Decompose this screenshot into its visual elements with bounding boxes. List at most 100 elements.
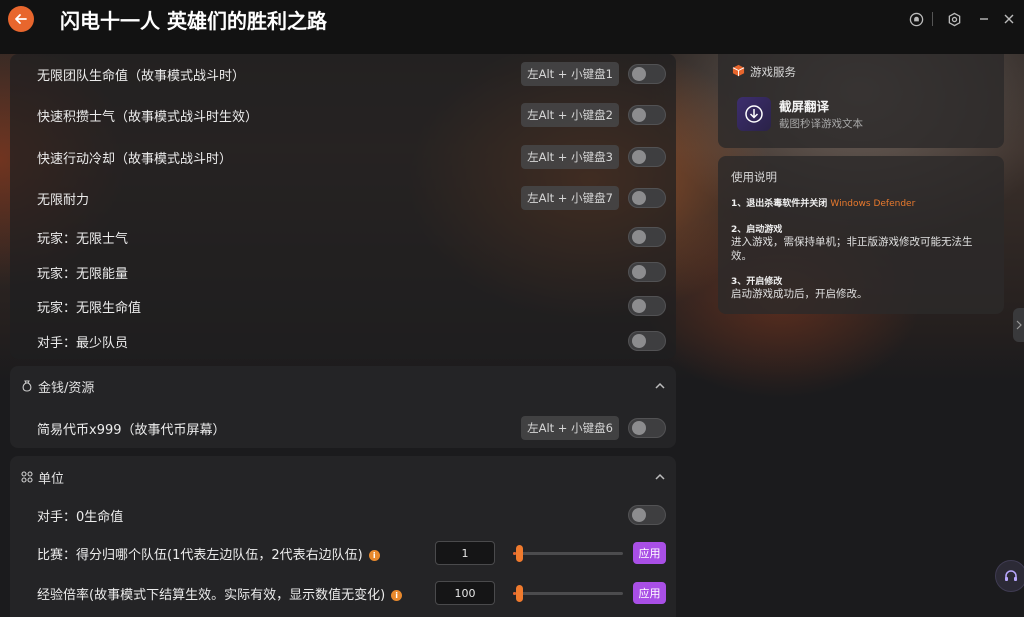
toggle-knob <box>632 191 646 205</box>
hotkey-badge: 左Alt + 小键盘7 <box>521 186 619 210</box>
cheat-toggle[interactable] <box>628 64 666 84</box>
cheat-label: 快速行动冷却（故事模式战斗时） <box>37 151 233 167</box>
step-text: 进入游戏，需保持单机；非正版游戏修改可能无法生效。 <box>731 236 973 262</box>
unit-icon <box>21 471 33 483</box>
chevron-up-icon[interactable] <box>653 470 667 484</box>
slider-row: 比赛：得分归哪个队伍(1代表左边队伍，2代表右边队伍) i 1 应用 <box>10 535 676 571</box>
cheat-row: 快速行动冷却（故事模式战斗时） 左Alt + 小键盘3 <box>10 139 676 175</box>
cheat-panel-money: 金钱/资源 简易代币x999（故事代币屏幕） 左Alt + 小键盘6 <box>10 366 676 448</box>
gear-icon <box>948 12 960 26</box>
cheat-toggle[interactable] <box>628 227 666 247</box>
cheat-label: 无限耐力 <box>37 192 90 208</box>
slider-row: 经验倍率(故事模式下结算生效。实际有效，显示数值无变化) i 100 应用 <box>10 575 676 611</box>
minimize-button[interactable] <box>975 10 993 28</box>
card-title: 使用说明 <box>731 170 777 184</box>
step-text: 启动游戏成功后，开启修改。 <box>731 288 868 300</box>
cheat-row: 快速积攒士气（故事模式战斗时生效） 左Alt + 小键盘2 <box>10 97 676 133</box>
cheat-row: 无限团队生命值（故事模式战斗时） 左Alt + 小键盘1 <box>10 56 676 92</box>
toggle-knob <box>632 150 646 164</box>
apply-button[interactable]: 应用 <box>633 542 666 564</box>
toggle-knob <box>632 508 646 522</box>
cheat-panel-general: 无限团队生命值（故事模式战斗时） 左Alt + 小键盘1 快速积攒士气（故事模式… <box>10 54 676 359</box>
arrow-left-icon <box>15 14 27 24</box>
apply-button[interactable]: 应用 <box>633 582 666 604</box>
cheat-toggle[interactable] <box>628 262 666 282</box>
section-title: 金钱/资源 <box>38 380 95 396</box>
settings-button[interactable] <box>945 10 963 28</box>
close-icon <box>1004 14 1014 24</box>
toggle-knob <box>632 108 646 122</box>
section-title: 单位 <box>38 471 65 487</box>
cheat-label: 无限团队生命值（故事模式战斗时） <box>37 68 246 84</box>
hotkey-badge: 左Alt + 小键盘2 <box>521 103 619 127</box>
toggle-knob <box>632 230 646 244</box>
cheat-toggle[interactable] <box>628 105 666 125</box>
download-circle-icon <box>745 105 763 123</box>
toggle-knob <box>632 299 646 313</box>
minimize-icon <box>980 18 988 20</box>
titlebar-divider <box>931 10 933 28</box>
toggle-knob <box>632 421 646 435</box>
hotkey-badge: 左Alt + 小键盘3 <box>521 145 619 169</box>
service-item-title[interactable]: 截屏翻译 <box>779 96 829 115</box>
value-input[interactable]: 1 <box>435 541 495 565</box>
cheat-label: 对手：0生命值 <box>37 509 124 525</box>
cheat-label: 快速积攒士气（故事模式战斗时生效） <box>37 109 259 125</box>
cheat-toggle[interactable] <box>628 418 666 438</box>
cheat-toggle[interactable] <box>628 505 666 525</box>
cheat-panel-unit: 单位 对手：0生命值 比赛：得分归哪个队伍(1代表左边队伍，2代表右边队伍) i … <box>10 456 676 617</box>
info-icon[interactable]: i <box>391 589 403 601</box>
cheat-label: 简易代币x999（故事代币屏幕） <box>37 422 226 438</box>
cheat-toggle[interactable] <box>628 331 666 351</box>
value-input[interactable]: 100 <box>435 581 495 605</box>
cheat-row: 玩家：无限生命值 <box>10 288 676 324</box>
cheat-row: 无限耐力 左Alt + 小键盘7 <box>10 180 676 216</box>
service-item-desc: 截图秒译游戏文本 <box>779 118 863 130</box>
cheat-toggle[interactable] <box>628 188 666 208</box>
close-button[interactable] <box>1000 10 1018 28</box>
toggle-knob <box>632 334 646 348</box>
chevron-up-icon[interactable] <box>653 379 667 393</box>
title-bar: 闪电十一人 英雄们的胜利之路 <box>0 0 1024 54</box>
cheat-label: 比赛：得分归哪个队伍(1代表左边队伍，2代表右边队伍) <box>37 547 363 563</box>
value-slider[interactable] <box>513 584 623 602</box>
cheat-label: 玩家：无限能量 <box>37 266 129 282</box>
back-button[interactable] <box>8 6 34 32</box>
step-title: 1、退出杀毒软件并关闭 <box>731 199 828 209</box>
step-highlight: Windows Defender <box>830 199 916 209</box>
cheat-row: 玩家：无限士气 <box>10 219 676 255</box>
cheat-label: 玩家：无限生命值 <box>37 300 142 316</box>
support-button[interactable] <box>995 560 1024 592</box>
value-slider[interactable] <box>513 544 623 562</box>
cheat-label: 经验倍率(故事模式下结算生效。实际有效，显示数值无变化) <box>37 587 386 603</box>
cheat-label: 玩家：无限士气 <box>37 231 129 247</box>
notification-button[interactable] <box>907 10 925 28</box>
cheat-label: 对手：最少队员 <box>37 335 129 351</box>
bell-icon <box>909 12 923 26</box>
cheat-label-wrap: 经验倍率(故事模式下结算生效。实际有效，显示数值无变化) i <box>37 584 403 603</box>
slider-thumb[interactable] <box>516 584 523 602</box>
cheat-row: 玩家：无限能量 <box>10 254 676 290</box>
game-service-card: 游戏服务 截屏翻译 截图秒译游戏文本 <box>718 54 1004 148</box>
section-header-unit[interactable]: 单位 <box>10 457 676 497</box>
hotkey-badge: 左Alt + 小键盘6 <box>521 416 619 440</box>
hotkey-badge: 左Alt + 小键盘1 <box>521 62 619 86</box>
coin-bag-icon <box>22 380 32 392</box>
side-panel-toggle[interactable] <box>1013 308 1024 342</box>
screenshot-translate-button[interactable] <box>737 97 771 131</box>
slider-thumb[interactable] <box>516 544 523 562</box>
cheat-row: 对手：0生命值 <box>10 497 676 533</box>
cheat-row: 简易代币x999（故事代币屏幕） 左Alt + 小键盘6 <box>10 410 676 446</box>
card-title: 游戏服务 <box>750 65 796 79</box>
cube-icon <box>732 64 745 77</box>
toggle-knob <box>632 265 646 279</box>
info-icon[interactable]: i <box>368 549 380 561</box>
cheat-toggle[interactable] <box>628 147 666 167</box>
instructions-card: 使用说明 1、退出杀毒软件并关闭 Windows Defender 2、启动游戏… <box>718 156 1004 314</box>
chevron-right-icon <box>1016 320 1022 330</box>
headset-icon <box>1005 570 1017 581</box>
page-title: 闪电十一人 英雄们的胜利之路 <box>60 9 327 33</box>
instruction-step-1: 1、退出杀毒软件并关闭 Windows Defender <box>731 197 993 211</box>
section-header-money[interactable]: 金钱/资源 <box>10 366 676 406</box>
cheat-toggle[interactable] <box>628 296 666 316</box>
